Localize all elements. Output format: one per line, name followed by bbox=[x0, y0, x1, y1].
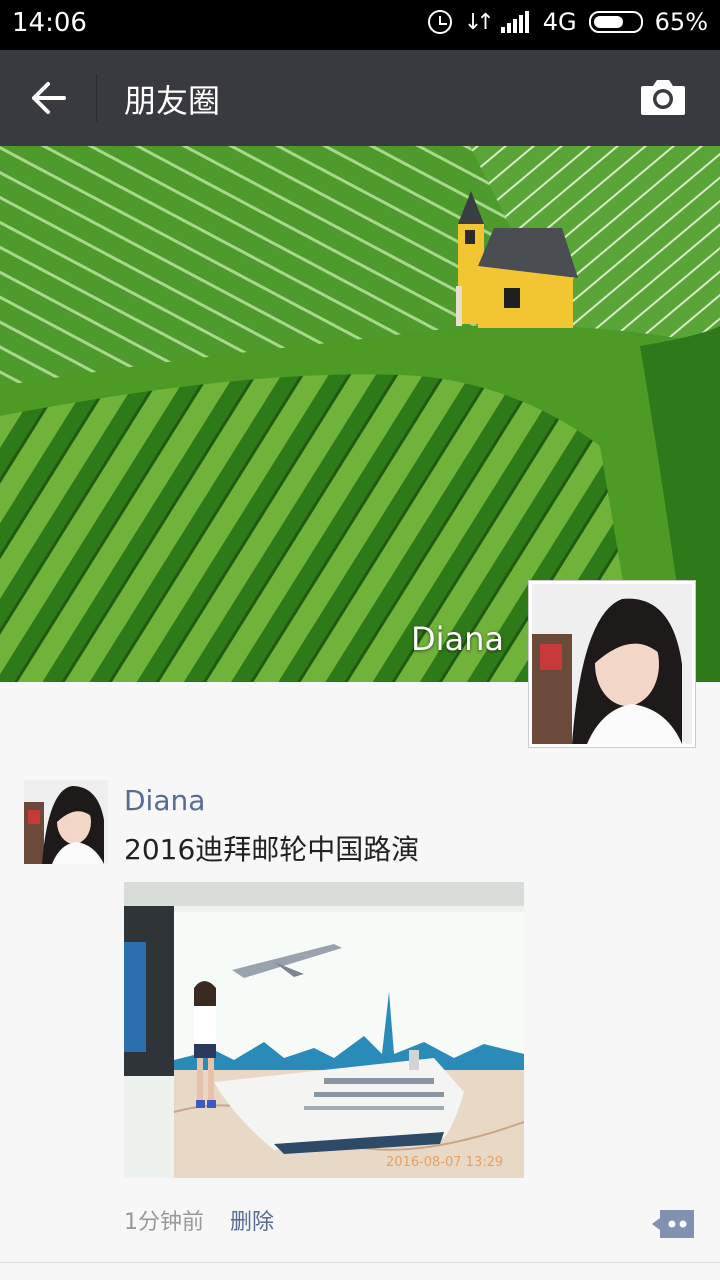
post-author-avatar[interactable] bbox=[24, 780, 108, 864]
battery-icon bbox=[588, 11, 643, 33]
status-time: 14:06 bbox=[12, 8, 87, 38]
post-divider bbox=[0, 1262, 720, 1263]
cover-user-name: Diana bbox=[410, 620, 504, 658]
arrow-left-icon[interactable] bbox=[30, 80, 68, 116]
data-transfer-icon: ↓↑ bbox=[463, 9, 495, 35]
delete-button[interactable]: 删除 bbox=[230, 1204, 274, 1236]
camera-icon[interactable] bbox=[640, 78, 686, 116]
signal-icon bbox=[500, 11, 531, 33]
post-photo[interactable]: 2016-08-07 13:29 bbox=[124, 882, 524, 1178]
page-title: 朋友圈 bbox=[124, 82, 221, 120]
header-bar: 朋友圈 bbox=[0, 50, 720, 146]
network-type: 4G bbox=[542, 8, 577, 36]
cruise-roadshow-photo: 2016-08-07 13:29 bbox=[124, 882, 524, 1178]
post-author-name[interactable]: Diana bbox=[124, 784, 205, 817]
alarm-icon bbox=[427, 10, 452, 34]
post-time: 1分钟前 bbox=[124, 1210, 204, 1235]
avatar-photo bbox=[532, 584, 692, 744]
post-text: 2016迪拜邮轮中国路演 bbox=[124, 833, 420, 866]
battery-percent: 65% bbox=[654, 8, 708, 36]
status-icons: ↓↑ 4G 65% bbox=[427, 8, 708, 36]
header-divider bbox=[96, 74, 97, 122]
photo-timestamp-overlay: 2016-08-07 13:29 bbox=[386, 1155, 503, 1170]
status-bar: 14:06 ↓↑ 4G 65% bbox=[0, 0, 720, 50]
comment-more-icon[interactable] bbox=[650, 1208, 696, 1240]
cover-avatar[interactable] bbox=[528, 580, 696, 748]
avatar-photo bbox=[24, 780, 108, 864]
